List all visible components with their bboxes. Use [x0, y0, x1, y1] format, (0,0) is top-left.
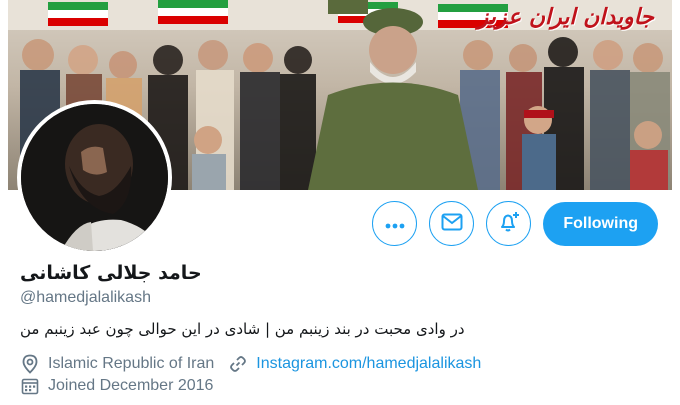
- following-button[interactable]: Following: [543, 201, 658, 246]
- joined-date: Joined December 2016: [48, 377, 214, 394]
- location-text: Islamic Republic of Iran: [48, 355, 215, 372]
- mail-icon: [441, 213, 463, 235]
- calendar-icon: [20, 376, 40, 396]
- avatar-image: [21, 104, 168, 251]
- user-handle[interactable]: @hamedjalalikash: [20, 289, 151, 307]
- location-pin-icon: [20, 354, 40, 374]
- profile-meta: Islamic Republic of Iran Instagram.com/h…: [20, 354, 481, 374]
- more-dots-icon: [385, 214, 405, 233]
- joined-row: Joined December 2016: [20, 376, 213, 396]
- website-link[interactable]: Instagram.com/hamedjalalikash: [256, 355, 481, 373]
- display-name: حامد جلالی کاشانی: [20, 262, 202, 284]
- profile-bio: در وادی محبت در بند زینبم من | شادی در ا…: [20, 320, 465, 338]
- profile-actions: Following: [372, 201, 658, 246]
- link-icon: [228, 354, 248, 374]
- bell-plus-icon: [497, 210, 521, 238]
- more-button[interactable]: [372, 201, 418, 246]
- message-button[interactable]: [429, 201, 475, 246]
- banner-caption: جاویدان ایران عزیز: [477, 4, 654, 30]
- avatar[interactable]: [17, 100, 172, 255]
- notify-button[interactable]: [486, 201, 532, 246]
